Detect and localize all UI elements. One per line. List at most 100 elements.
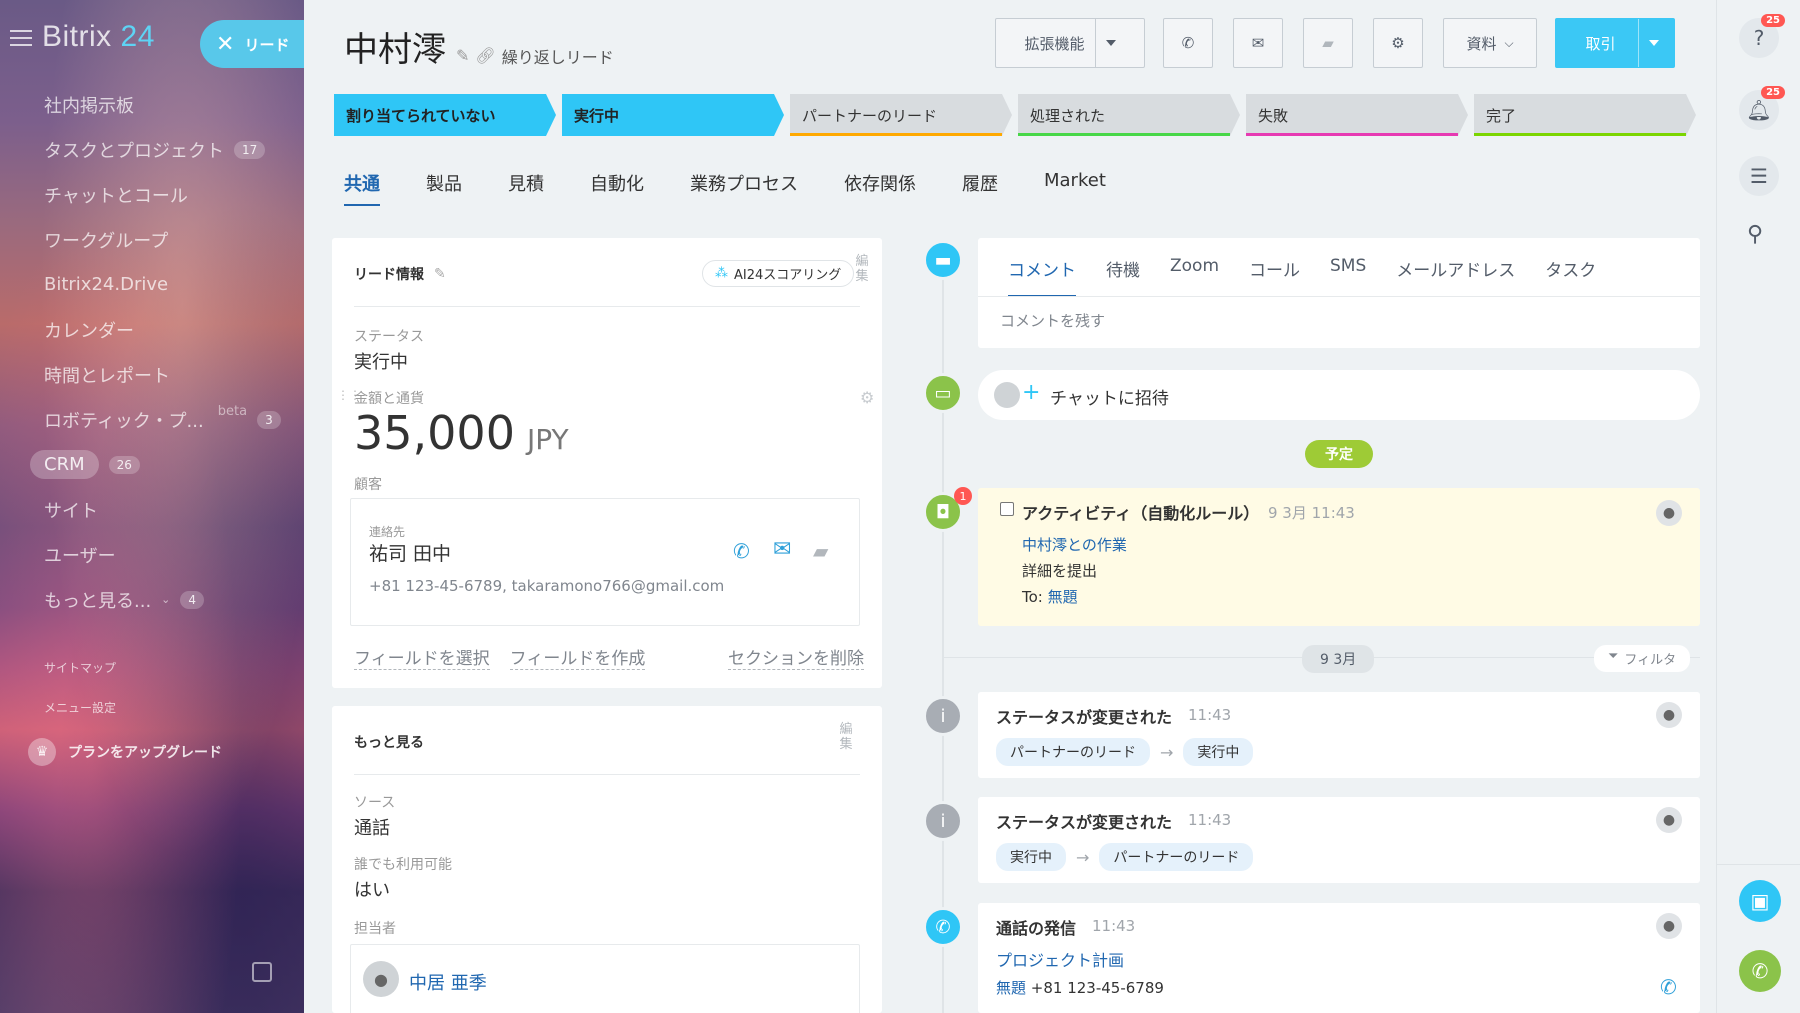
customer-label: 顧客 <box>354 477 382 493</box>
search-icon[interactable]: ⚲ <box>1747 222 1763 247</box>
ai-scoring-label: AI24スコアリング <box>734 268 842 283</box>
gear-icon[interactable]: ⚙ <box>860 388 874 407</box>
tab-task[interactable]: タスク <box>1545 256 1596 297</box>
avatar[interactable]: ● <box>1656 500 1682 526</box>
tab-general[interactable]: 共通 <box>344 170 380 206</box>
notifications-button[interactable]: 🔔︎ 25 <box>1739 86 1785 130</box>
telephony-button[interactable]: ✆ <box>1739 950 1781 992</box>
arrow-right-icon: → <box>1076 847 1090 867</box>
comment-input[interactable]: コメントを残す <box>1000 310 1105 331</box>
tab-comment[interactable]: コメント <box>1008 256 1076 297</box>
mail-icon[interactable]: ✉ <box>773 537 791 562</box>
pencil-icon[interactable]: ✎ <box>434 266 446 282</box>
tab-zoom[interactable]: Zoom <box>1170 256 1219 297</box>
contact-name[interactable]: 祐司 田中 <box>369 539 451 566</box>
call-contact[interactable]: 無題 <box>996 979 1026 997</box>
invite-chat-label: チャットに招待 <box>1050 389 1169 409</box>
chat-icon[interactable]: ▰ <box>813 539 828 563</box>
stage-partner-lead[interactable]: パートナーのリード <box>790 94 1012 136</box>
phone-icon[interactable]: ✆ <box>1660 975 1677 999</box>
tab-sms[interactable]: SMS <box>1330 256 1366 297</box>
sidebar-item-chat[interactable]: チャットとコール <box>0 172 304 217</box>
available-value[interactable]: はい <box>354 876 390 902</box>
tab-history[interactable]: 履歴 <box>962 170 998 206</box>
edit-section-button[interactable]: 編集 <box>854 254 870 284</box>
source-value[interactable]: 通話 <box>354 814 390 840</box>
tab-wait[interactable]: 待機 <box>1106 256 1140 297</box>
activity-title[interactable]: アクティビティ（自動化ルール） <box>1022 500 1259 524</box>
tab-email[interactable]: メールアドレス <box>1396 256 1515 297</box>
avatar[interactable]: ● <box>1656 913 1682 939</box>
phone-button[interactable]: ✆ <box>1163 18 1213 68</box>
amount-row[interactable]: 35,000 JPY <box>354 406 569 460</box>
deal-button[interactable]: 取引 <box>1555 18 1675 68</box>
sidebar-item-crm[interactable]: CRM 26 <box>0 442 304 487</box>
avatar[interactable]: ● <box>363 961 399 997</box>
tab-products[interactable]: 製品 <box>426 170 462 206</box>
stage-processed[interactable]: 処理された <box>1018 94 1240 136</box>
extensions-button[interactable]: 拡張機能 <box>995 18 1145 68</box>
sidebar-item-calendar[interactable]: カレンダー <box>0 307 304 352</box>
open-channel-button[interactable]: ▣ <box>1739 880 1781 922</box>
activity-checkbox[interactable] <box>1000 502 1014 516</box>
stage-failed[interactable]: 失敗 <box>1246 94 1468 136</box>
activity-link[interactable]: 中村澪との作業 <box>1022 534 1127 555</box>
help-button[interactable]: ? 25 <box>1739 14 1785 58</box>
sidebar-item-tasks[interactable]: タスクとプロジェクト 17 <box>0 127 304 172</box>
tab-dependencies[interactable]: 依存関係 <box>844 170 916 206</box>
ai-scoring-button[interactable]: ⁂ AI24スコアリング <box>702 260 855 287</box>
chevron-down-icon[interactable] <box>1105 40 1116 46</box>
messages-button[interactable]: ☰ <box>1739 156 1779 196</box>
tab-market[interactable]: Market <box>1044 170 1106 206</box>
sidebar-item-more[interactable]: もっと見る... ⌄ 4 <box>0 577 304 622</box>
menu-icon[interactable] <box>10 30 32 46</box>
pencil-icon[interactable]: ✎ <box>456 46 469 65</box>
settings-button[interactable]: ⚙ <box>1373 18 1423 68</box>
chat-icon: ▭ <box>923 373 963 413</box>
phone-icon[interactable]: ✆ <box>733 539 750 563</box>
avatar[interactable]: ● <box>1656 702 1682 728</box>
chevron-down-icon[interactable] <box>1648 40 1659 46</box>
link-icon[interactable]: 🔗︎ <box>475 46 495 65</box>
sidebar-item-sites[interactable]: サイト <box>0 487 304 532</box>
documents-button[interactable]: 資料 ⌵ <box>1443 18 1537 68</box>
sidebar-item-feed[interactable]: 社内掲示板 <box>0 82 304 127</box>
edit-section-button[interactable]: 編集 <box>838 722 854 752</box>
sidebar-item-rpa[interactable]: ロボティック・プ... beta 3 <box>0 397 304 442</box>
tab-quotes[interactable]: 見積 <box>508 170 544 206</box>
chat-button[interactable]: ▰ <box>1303 18 1353 68</box>
sidebar-item-users[interactable]: ユーザー <box>0 532 304 577</box>
invite-chat-bar[interactable]: + チャットに招待 <box>978 370 1700 420</box>
mail-button[interactable]: ✉ <box>1233 18 1283 68</box>
bitrix-logo[interactable]: Bitrix 24 <box>42 20 155 54</box>
count-badge: 26 <box>108 455 140 474</box>
assignee-name[interactable]: 中居 亜季 <box>409 969 487 995</box>
amount-label: 金額と通貨 <box>354 391 424 407</box>
sidebar-item-drive[interactable]: Bitrix24.Drive <box>0 262 304 307</box>
stage-unassigned[interactable]: 割り当てられていない <box>334 94 556 136</box>
sitemap-link[interactable]: サイトマップ <box>44 659 116 676</box>
to-value[interactable]: 無題 <box>1048 588 1078 606</box>
call-link[interactable]: プロジェクト計画 <box>996 947 1124 971</box>
tab-workflows[interactable]: 業務プロセス <box>690 170 798 206</box>
status-value[interactable]: 実行中 <box>354 348 408 374</box>
menu-settings-link[interactable]: メニュー設定 <box>44 699 116 716</box>
tab-automation[interactable]: 自動化 <box>590 170 644 206</box>
divider <box>1717 864 1800 865</box>
sidebar-item-workgroups[interactable]: ワークグループ <box>0 217 304 262</box>
tab-call[interactable]: コール <box>1249 256 1300 297</box>
stage-completed[interactable]: 完了 <box>1474 94 1696 136</box>
delete-section-link[interactable]: セクションを削除 <box>728 644 864 670</box>
printer-icon[interactable] <box>252 962 272 982</box>
stage-in-progress[interactable]: 実行中 <box>562 94 784 136</box>
sidebar-item-time-reports[interactable]: 時間とレポート <box>0 352 304 397</box>
lead-close-pill[interactable]: ✕ リード <box>200 20 304 68</box>
select-field-link[interactable]: フィールドを選択 <box>354 644 490 670</box>
count-badge: 3 <box>257 410 281 429</box>
filter-button[interactable]: ⏷ フィルタ <box>1594 645 1691 672</box>
status-transition: 実行中 → パートナーのリード <box>996 843 1254 871</box>
upgrade-plan-button[interactable]: ♛ プランをアップグレード <box>28 738 222 766</box>
create-field-link[interactable]: フィールドを作成 <box>509 644 646 670</box>
avatar[interactable]: ● <box>1656 807 1682 833</box>
close-icon[interactable]: ✕ <box>216 32 234 57</box>
